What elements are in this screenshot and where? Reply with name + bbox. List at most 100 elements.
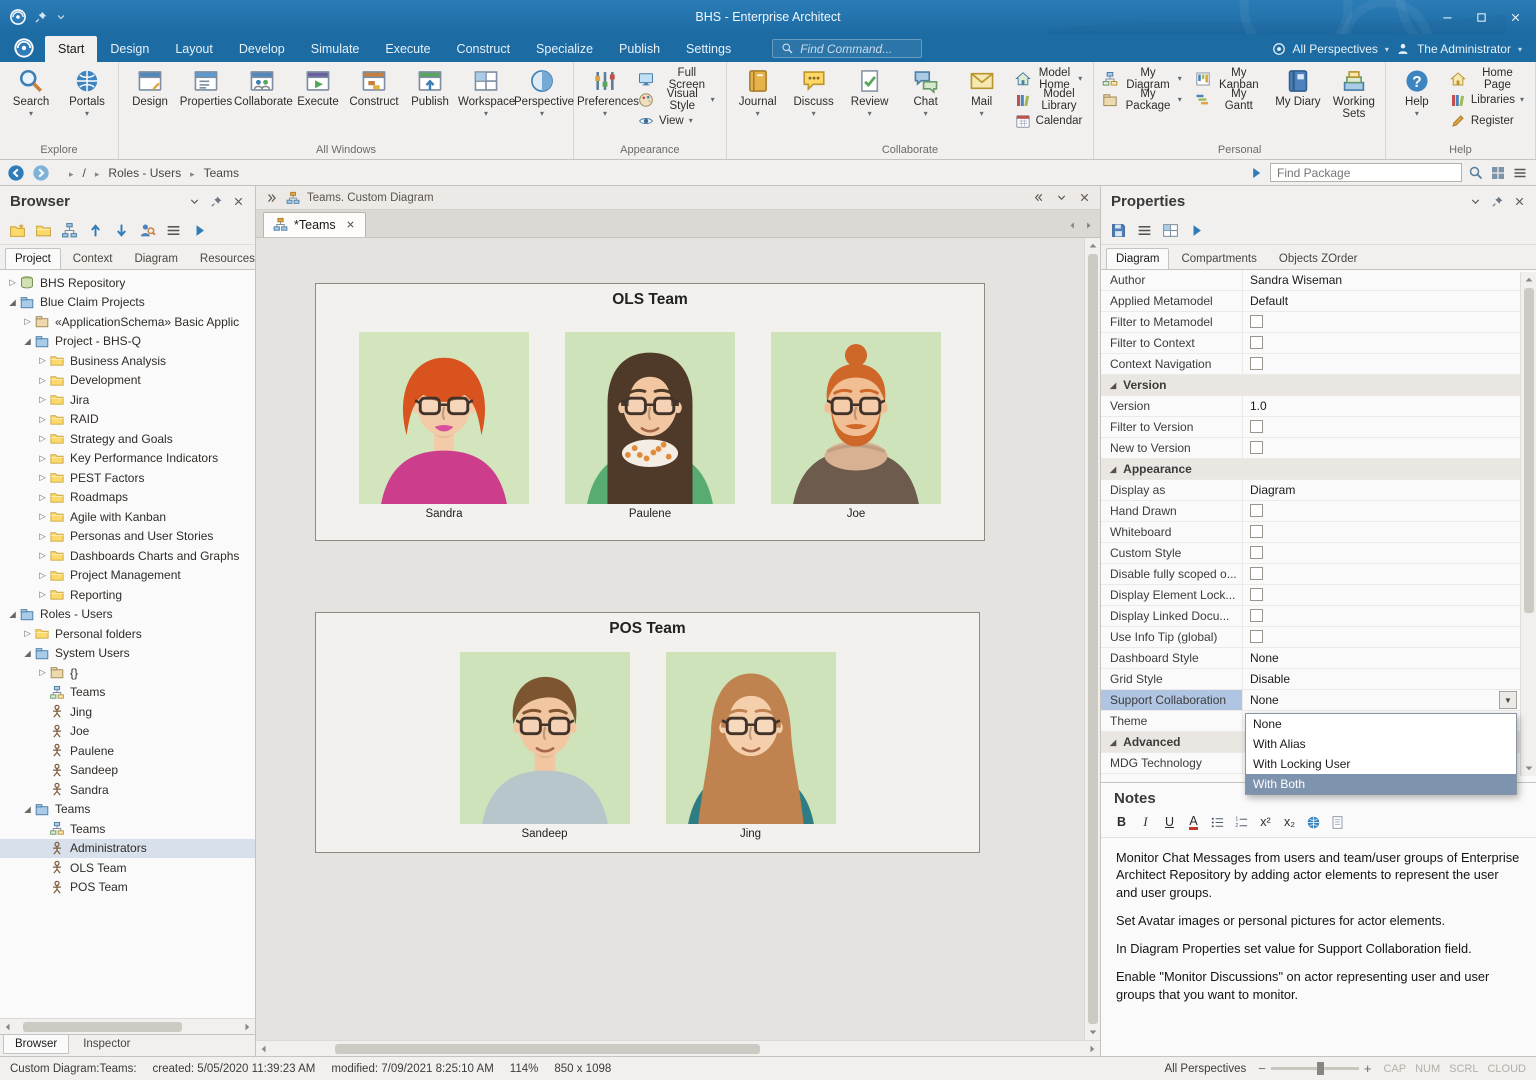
breadcrumb-item[interactable]: Teams <box>183 166 241 180</box>
scroll-right-icon[interactable] <box>241 1021 253 1033</box>
tree-item[interactable]: Sandra <box>0 780 255 800</box>
notes-format-button[interactable] <box>1207 812 1228 832</box>
ribbon-button[interactable]: Journal ▾ <box>730 65 786 118</box>
tree-item[interactable]: ▷ Project Management <box>0 566 255 586</box>
ribbon-small-button[interactable]: View ▾ <box>635 111 721 130</box>
zoom-in-icon[interactable]: + <box>1364 1061 1372 1076</box>
document-tab-teams[interactable]: *Teams <box>263 212 366 237</box>
scrollbar-thumb[interactable] <box>335 1044 759 1054</box>
ribbon-tab[interactable]: Simulate <box>298 36 373 62</box>
scroll-tabs-left-icon[interactable] <box>1067 220 1078 231</box>
property-value[interactable]: Default <box>1243 291 1520 311</box>
team-boundary-box[interactable]: POS Team Sandeep Ji <box>315 612 980 853</box>
properties-toolbar-button[interactable] <box>1110 222 1127 239</box>
tree-expand-arrow[interactable]: ◢ <box>21 648 34 659</box>
notes-format-button[interactable]: 12 <box>1231 812 1252 832</box>
search-icon[interactable] <box>1468 165 1484 181</box>
actor-element[interactable]: Jing <box>666 652 836 840</box>
ribbon-tab[interactable]: Layout <box>162 36 226 62</box>
browser-toolbar-button[interactable] <box>191 222 208 239</box>
ribbon-small-button[interactable]: Visual Style ▾ <box>635 90 721 109</box>
zoom-slider-thumb[interactable] <box>1317 1062 1324 1075</box>
ribbon-tab[interactable]: Specialize <box>523 36 606 62</box>
property-row[interactable]: Filter to Metamodel ▼ <box>1101 312 1520 333</box>
tree-item[interactable]: ▷ «ApplicationSchema» Basic Applic <box>0 312 255 332</box>
tree-expand-arrow[interactable]: ▷ <box>36 570 49 581</box>
ribbon-small-button[interactable]: My Gantt ▾ <box>1192 90 1268 109</box>
browser-tab[interactable]: Diagram <box>124 248 187 269</box>
ribbon-small-button[interactable]: Home Page ▾ <box>1447 69 1530 88</box>
property-row[interactable]: Dashboard Style None ▼ <box>1101 648 1520 669</box>
ribbon-button[interactable]: Portals ▾ <box>59 65 115 118</box>
property-checkbox[interactable] <box>1250 546 1263 559</box>
ribbon-button[interactable]: Workspace ▾ <box>458 65 514 118</box>
collapse-left-icon[interactable] <box>1032 191 1045 204</box>
property-row[interactable]: Applied Metamodel Default ▼ <box>1101 291 1520 312</box>
tree-expand-arrow[interactable]: ▷ <box>36 492 49 503</box>
notes-format-button[interactable]: B <box>1111 812 1132 832</box>
property-row[interactable]: Context Navigation ▼ <box>1101 354 1520 375</box>
tree-expand-arrow[interactable]: ◢ <box>21 336 34 347</box>
diagram-canvas[interactable]: OLS Team Sandra Pau <box>256 238 1084 1040</box>
notes-format-button[interactable]: x² <box>1255 812 1276 832</box>
close-tab-icon[interactable] <box>345 219 356 230</box>
tree-expand-arrow[interactable]: ▷ <box>36 433 49 444</box>
chevron-down-icon[interactable] <box>188 195 201 208</box>
browser-toolbar-button[interactable] <box>113 222 130 239</box>
ribbon-button[interactable]: Working Sets ▾ <box>1326 65 1382 121</box>
tree-expand-arrow[interactable]: ◢ <box>21 804 34 815</box>
properties-vertical-scrollbar[interactable] <box>1520 272 1536 776</box>
property-row[interactable]: Version ▼ <box>1101 375 1520 396</box>
tree-expand-arrow[interactable]: ▷ <box>36 589 49 600</box>
browser-tab[interactable]: Context <box>63 248 123 269</box>
dropdown-option[interactable]: With Alias <box>1246 734 1516 754</box>
property-checkbox[interactable] <box>1250 315 1263 328</box>
ribbon-button[interactable]: Preferences ▾ <box>577 65 633 118</box>
ribbon-button[interactable]: My Diary ▾ <box>1270 65 1326 109</box>
actor-element[interactable]: Joe <box>771 332 941 520</box>
properties-tab[interactable]: Diagram <box>1106 248 1169 269</box>
close-icon[interactable] <box>232 195 245 208</box>
scrollbar-thumb[interactable] <box>1088 254 1098 1024</box>
browser-toolbar-button[interactable] <box>61 222 78 239</box>
chevron-down-icon[interactable] <box>1469 195 1482 208</box>
tree-item[interactable]: ▷ Development <box>0 371 255 391</box>
property-row[interactable]: Support Collaboration None ▼ <box>1101 690 1520 711</box>
chevron-right-double-icon[interactable] <box>265 191 279 205</box>
dropdown-option[interactable]: None <box>1246 714 1516 734</box>
ribbon-button[interactable]: Chat ▾ <box>898 65 954 118</box>
notes-format-button[interactable]: U <box>1159 812 1180 832</box>
tree-expand-arrow[interactable]: ▷ <box>21 628 34 639</box>
tree-item[interactable]: ▷ Dashboards Charts and Graphs <box>0 546 255 566</box>
tree-expand-arrow[interactable]: ▷ <box>36 472 49 483</box>
tree-expand-arrow[interactable]: ◢ <box>6 297 19 308</box>
perspectives-caret-icon[interactable]: ▾ <box>1385 45 1389 54</box>
tree-item[interactable]: ▷ Agile with Kanban <box>0 507 255 527</box>
ribbon-tab[interactable]: Publish <box>606 36 673 62</box>
ribbon-button[interactable]: Publish ▾ <box>402 65 458 109</box>
ribbon-small-button[interactable]: My Kanban ▾ <box>1192 69 1268 88</box>
properties-toolbar-button[interactable] <box>1136 222 1153 239</box>
pin-window-icon[interactable] <box>34 10 48 24</box>
breadcrumb-item[interactable]: Roles - Users <box>88 166 183 180</box>
window-minimize-button[interactable] <box>1430 4 1464 30</box>
property-row[interactable]: Appearance ▼ <box>1101 459 1520 480</box>
ribbon-button[interactable]: Construct ▾ <box>346 65 402 109</box>
ea-logo-icon[interactable] <box>13 37 35 59</box>
find-command-box[interactable]: Find Command... <box>772 39 922 58</box>
scroll-down-icon[interactable] <box>1087 1026 1099 1038</box>
property-value[interactable]: 1.0 <box>1243 396 1520 416</box>
notes-format-button[interactable]: I <box>1135 812 1156 832</box>
tree-item[interactable]: ▷ {} <box>0 663 255 683</box>
chevron-down-icon[interactable] <box>1055 191 1068 204</box>
tree-item[interactable]: ▷ Personas and User Stories <box>0 527 255 547</box>
tree-item[interactable]: ▷ Strategy and Goals <box>0 429 255 449</box>
forward-button[interactable] <box>32 164 50 182</box>
ribbon-tab[interactable]: Develop <box>226 36 298 62</box>
tree-item[interactable]: ▷ PEST Factors <box>0 468 255 488</box>
tree-item[interactable]: ◢ Teams <box>0 800 255 820</box>
notes-format-button[interactable] <box>1303 812 1324 832</box>
ribbon-button[interactable]: Execute ▾ <box>290 65 346 109</box>
property-row[interactable]: Hand Drawn ▼ <box>1101 501 1520 522</box>
tree-item[interactable]: ▷ Business Analysis <box>0 351 255 371</box>
